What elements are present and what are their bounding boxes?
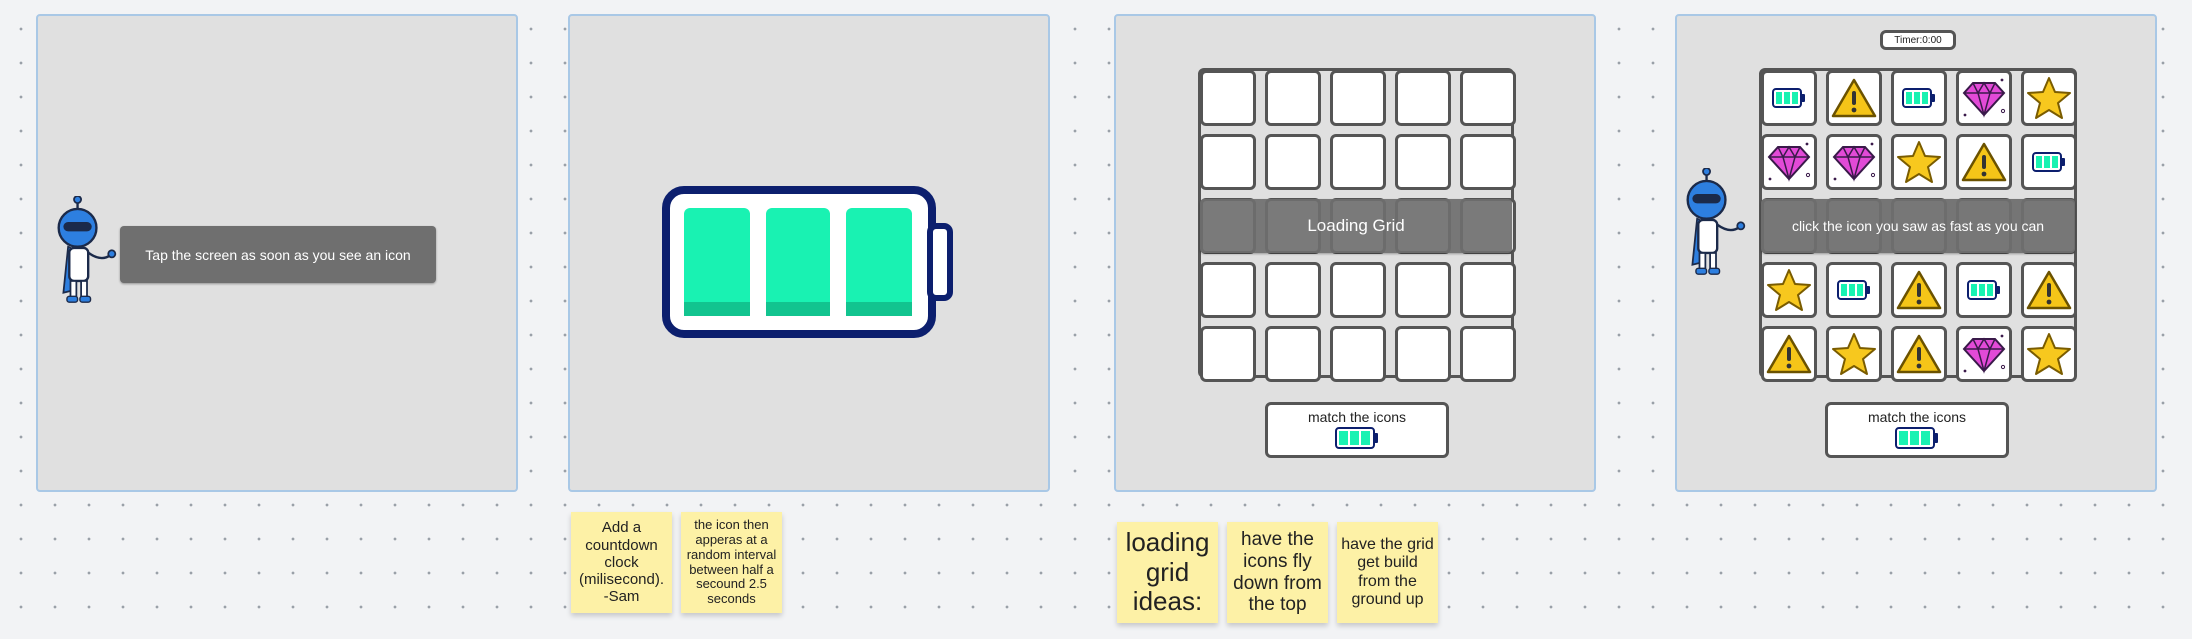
loading-grid-banner: Loading Grid — [1200, 199, 1512, 253]
grid-cell[interactable] — [1891, 134, 1947, 190]
grid-cell — [1330, 134, 1386, 190]
warning-icon — [1831, 77, 1877, 119]
grid-cell — [1265, 134, 1321, 190]
grid-cell[interactable] — [1891, 70, 1947, 126]
battery-icon — [2032, 152, 2066, 172]
grid-cell — [1460, 134, 1516, 190]
match-prompt-label: match the icons — [1867, 409, 1967, 425]
star-icon — [1896, 140, 1942, 184]
battery-icon — [1967, 280, 2001, 300]
frame-recall-grid: click the icon you saw as fast as you ca… — [1675, 14, 2157, 492]
grid-cell — [1395, 134, 1451, 190]
grid-cell[interactable] — [1761, 262, 1817, 318]
grid-cell — [1330, 326, 1386, 382]
frame-loading-grid: Loading Grid match the icons — [1114, 14, 1596, 492]
grid-cell — [1395, 326, 1451, 382]
star-icon — [2026, 332, 2072, 376]
grid-cell[interactable] — [1761, 134, 1817, 190]
sticky-note-countdown[interactable]: Add a countdown clock (milisecond). -Sam — [571, 512, 672, 613]
sticky-note-build-up[interactable]: have the grid get build from the ground … — [1337, 522, 1438, 623]
grid-cell[interactable] — [1956, 70, 2012, 126]
robot-mascot-icon — [1686, 168, 1746, 275]
grid-cell — [1200, 262, 1256, 318]
grid-cell — [1460, 70, 1516, 126]
grid-cell — [1330, 70, 1386, 126]
gem-icon — [1961, 333, 2007, 375]
grid-cell[interactable] — [1891, 326, 1947, 382]
match-prompt-box: match the icons — [1265, 402, 1449, 458]
sticky-note-fly-down[interactable]: have the icons fly down from the top — [1227, 522, 1328, 623]
frame-intro: Tap the screen as soon as you see an ico… — [36, 14, 518, 492]
grid-cell — [1200, 326, 1256, 382]
grid-cell[interactable] — [1826, 70, 1882, 126]
grid-cell — [1395, 262, 1451, 318]
instruction-banner[interactable]: Tap the screen as soon as you see an ico… — [120, 226, 436, 283]
match-prompt-box: match the icons — [1825, 402, 2009, 458]
grid-cell[interactable] — [1826, 326, 1882, 382]
battery-icon — [1895, 427, 1938, 449]
battery-icon — [1837, 280, 1871, 300]
robot-mascot-icon — [57, 196, 117, 303]
timer-display: Timer:0:00 — [1880, 30, 1956, 50]
sticky-note-random-interval[interactable]: the icon then apperas at a random interv… — [681, 512, 782, 613]
grid-cell[interactable] — [1891, 262, 1947, 318]
grid-cell[interactable] — [2021, 70, 2077, 126]
grid-cell — [1395, 70, 1451, 126]
instruction-banner: click the icon you saw as fast as you ca… — [1761, 199, 2075, 253]
grid-cell[interactable] — [1826, 262, 1882, 318]
grid-cell — [1460, 262, 1516, 318]
battery-icon — [1902, 88, 1936, 108]
grid-cell — [1460, 326, 1516, 382]
grid-cell[interactable] — [2021, 134, 2077, 190]
grid-cell[interactable] — [2021, 262, 2077, 318]
battery-icon — [1772, 88, 1806, 108]
warning-icon — [1896, 269, 1942, 311]
grid-cell — [1265, 70, 1321, 126]
match-prompt-label: match the icons — [1307, 409, 1407, 425]
grid-cell — [1265, 262, 1321, 318]
battery-icon — [1335, 427, 1378, 449]
gem-icon — [1831, 141, 1877, 183]
battery-icon[interactable] — [662, 186, 958, 340]
gem-icon — [1961, 77, 2007, 119]
star-icon — [1766, 268, 1812, 312]
grid-cell[interactable] — [1761, 326, 1817, 382]
grid-cell — [1330, 262, 1386, 318]
frame-icon-reveal — [568, 14, 1050, 492]
grid-cell[interactable] — [1761, 70, 1817, 126]
grid-cell[interactable] — [1956, 134, 2012, 190]
grid-cell[interactable] — [1826, 134, 1882, 190]
grid-cell — [1265, 326, 1321, 382]
grid-cell[interactable] — [1956, 326, 2012, 382]
grid-cell[interactable] — [1956, 262, 2012, 318]
grid-cell[interactable] — [2021, 326, 2077, 382]
grid-cell — [1200, 134, 1256, 190]
grid-cell — [1200, 70, 1256, 126]
sticky-note-loading-ideas[interactable]: loading grid ideas: — [1117, 522, 1218, 623]
star-icon — [1831, 332, 1877, 376]
warning-icon — [1766, 333, 1812, 375]
gem-icon — [1766, 141, 1812, 183]
warning-icon — [1896, 333, 1942, 375]
warning-icon — [1961, 141, 2007, 183]
warning-icon — [2026, 269, 2072, 311]
star-icon — [2026, 76, 2072, 120]
